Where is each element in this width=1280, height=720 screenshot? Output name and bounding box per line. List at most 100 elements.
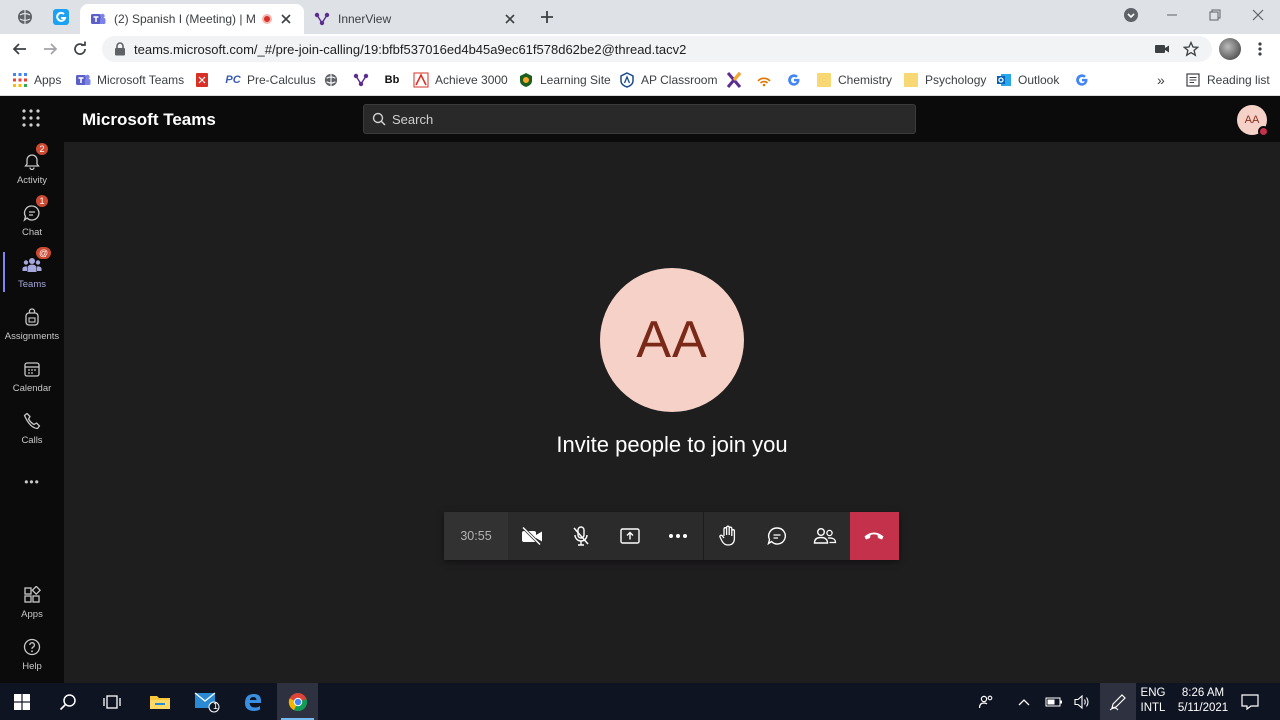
camera-in-use-icon[interactable]: [1152, 39, 1172, 59]
red-book-icon: [194, 72, 210, 88]
taskbar-search-button[interactable]: [46, 683, 90, 720]
wifi-icon: [756, 72, 772, 88]
tab-close-icon[interactable]: [278, 11, 294, 27]
pinned-tab-g[interactable]: [51, 7, 71, 27]
meeting-stage: AA Invite people to join you 30:55: [64, 142, 1280, 683]
bookmark-ap-classroom[interactable]: AP Classroom: [619, 70, 717, 90]
bookmark-wifi[interactable]: [756, 70, 778, 90]
rail-item-activity[interactable]: 2 Activity: [0, 142, 64, 194]
battery-icon[interactable]: [1042, 683, 1066, 720]
bookmark-pre-calculus[interactable]: PC Pre-Calculus: [225, 70, 316, 90]
start-button[interactable]: [0, 683, 44, 720]
bookmark-star-icon[interactable]: [1181, 39, 1201, 59]
taskbar-file-explorer[interactable]: [138, 683, 182, 720]
rail-item-apps[interactable]: Apps: [0, 576, 64, 628]
chrome-icon: [288, 692, 307, 711]
more-ellipsis-icon: [669, 534, 688, 538]
participant-avatar: AA: [600, 268, 744, 412]
rail-item-calendar[interactable]: Calendar: [0, 350, 64, 402]
google-icon: [786, 72, 802, 88]
show-conversation-button[interactable]: [752, 512, 801, 560]
reading-list-label: Reading list: [1207, 73, 1270, 87]
user-avatar[interactable]: AA: [1237, 105, 1269, 137]
pen-workspace-icon[interactable]: [1100, 683, 1136, 720]
back-arrow-icon[interactable]: [10, 39, 30, 59]
tab-close-icon[interactable]: [502, 11, 518, 27]
bookmark-google[interactable]: [786, 70, 808, 90]
rail-more-apps-button[interactable]: •••: [0, 456, 64, 508]
window-close-icon[interactable]: [1243, 4, 1273, 26]
clock[interactable]: 8:26 AM 5/11/2021: [1172, 686, 1234, 716]
minimize-icon[interactable]: [1157, 4, 1187, 26]
bookmark-x[interactable]: [726, 70, 748, 90]
action-center-icon[interactable]: [1236, 683, 1264, 720]
tab-search-chevron-icon[interactable]: [1116, 4, 1146, 26]
search-box[interactable]: [363, 104, 916, 134]
rail-label: Teams: [18, 279, 46, 290]
mic-toggle-button[interactable]: [557, 512, 606, 560]
more-actions-button[interactable]: [654, 512, 703, 560]
bookmark-globe[interactable]: [323, 70, 345, 90]
bookmark-microsoft-teams[interactable]: Microsoft Teams: [75, 70, 184, 90]
app-launcher-waffle-icon[interactable]: [22, 109, 42, 129]
search-input[interactable]: [392, 111, 892, 127]
folder-icon: [903, 72, 919, 88]
bookmark-red-book[interactable]: [194, 70, 216, 90]
camera-toggle-button[interactable]: [508, 512, 557, 560]
bookmark-chemistry[interactable]: Chemistry: [816, 70, 892, 90]
tab-spanish-meeting[interactable]: (2) Spanish I (Meeting) | Mic: [80, 4, 304, 34]
bookmark-blackboard[interactable]: Bb: [384, 70, 406, 90]
browser-menu-kebab-icon[interactable]: [1250, 39, 1270, 59]
tab-innerview[interactable]: InnerView: [304, 4, 528, 34]
show-hidden-icons-chevron-icon[interactable]: [1012, 683, 1036, 720]
tab-title: (2) Spanish I (Meeting) | Mic: [114, 12, 256, 26]
bookmark-learning-site[interactable]: Learning Site: [518, 70, 611, 90]
language-code: ENG: [1140, 687, 1166, 699]
taskbar-mail[interactable]: 1: [185, 683, 229, 720]
bookmarks-overflow-chevron-icon[interactable]: »: [1157, 70, 1165, 90]
bookmark-achieve-3000[interactable]: Achieve 3000: [413, 70, 508, 90]
reading-list-button[interactable]: Reading list: [1185, 70, 1270, 90]
rail-item-assignments[interactable]: Assignments: [0, 298, 64, 350]
blackboard-icon: Bb: [384, 74, 400, 86]
task-view-icon: [103, 694, 121, 709]
reload-icon[interactable]: [70, 39, 90, 59]
bookmark-outlook[interactable]: Outlook: [996, 70, 1059, 90]
input-language-indicator[interactable]: ENG INTL: [1138, 686, 1168, 716]
show-participants-button[interactable]: [801, 512, 850, 560]
teams-header: Microsoft Teams AA: [0, 96, 1280, 142]
bookmark-apps[interactable]: Apps: [12, 70, 61, 90]
address-bar[interactable]: teams.microsoft.com/_#/pre-join-calling/…: [102, 36, 1212, 62]
browser-profile-avatar[interactable]: [1219, 38, 1241, 60]
new-tab-plus-icon[interactable]: [538, 8, 556, 26]
forward-arrow-icon[interactable]: [40, 39, 60, 59]
camera-off-icon: [522, 526, 543, 546]
achieve-icon: [413, 72, 429, 88]
people-icon[interactable]: [974, 683, 998, 720]
bookmark-google-2[interactable]: [1074, 70, 1096, 90]
presence-busy-icon: [1258, 126, 1269, 137]
raise-hand-button[interactable]: [704, 512, 753, 560]
taskbar-edge[interactable]: [231, 683, 275, 720]
file-explorer-icon: [150, 695, 170, 709]
rail-item-chat[interactable]: 1 Chat: [0, 194, 64, 246]
task-view-button[interactable]: [90, 683, 134, 720]
restore-icon[interactable]: [1200, 4, 1230, 26]
taskbar-chrome[interactable]: [277, 683, 318, 720]
bookmark-label: Pre-Calculus: [247, 73, 316, 87]
pinned-tab-globe[interactable]: [15, 7, 35, 27]
share-screen-button[interactable]: [605, 512, 654, 560]
globe-icon: [323, 72, 339, 88]
phone-icon: [21, 410, 43, 432]
edge-legacy-icon: [245, 693, 261, 711]
bookmark-psychology[interactable]: Psychology: [903, 70, 986, 90]
apps-icon: [21, 584, 43, 606]
volume-icon[interactable]: [1070, 683, 1094, 720]
call-controls-bar: 30:55: [444, 512, 899, 560]
rail-item-teams[interactable]: @ Teams: [0, 246, 64, 298]
rail-item-help[interactable]: Help: [0, 628, 64, 680]
teams-icon: [90, 11, 106, 27]
leave-call-button[interactable]: [849, 512, 899, 560]
rail-item-calls[interactable]: Calls: [0, 402, 64, 454]
bookmark-innerview[interactable]: [353, 70, 375, 90]
